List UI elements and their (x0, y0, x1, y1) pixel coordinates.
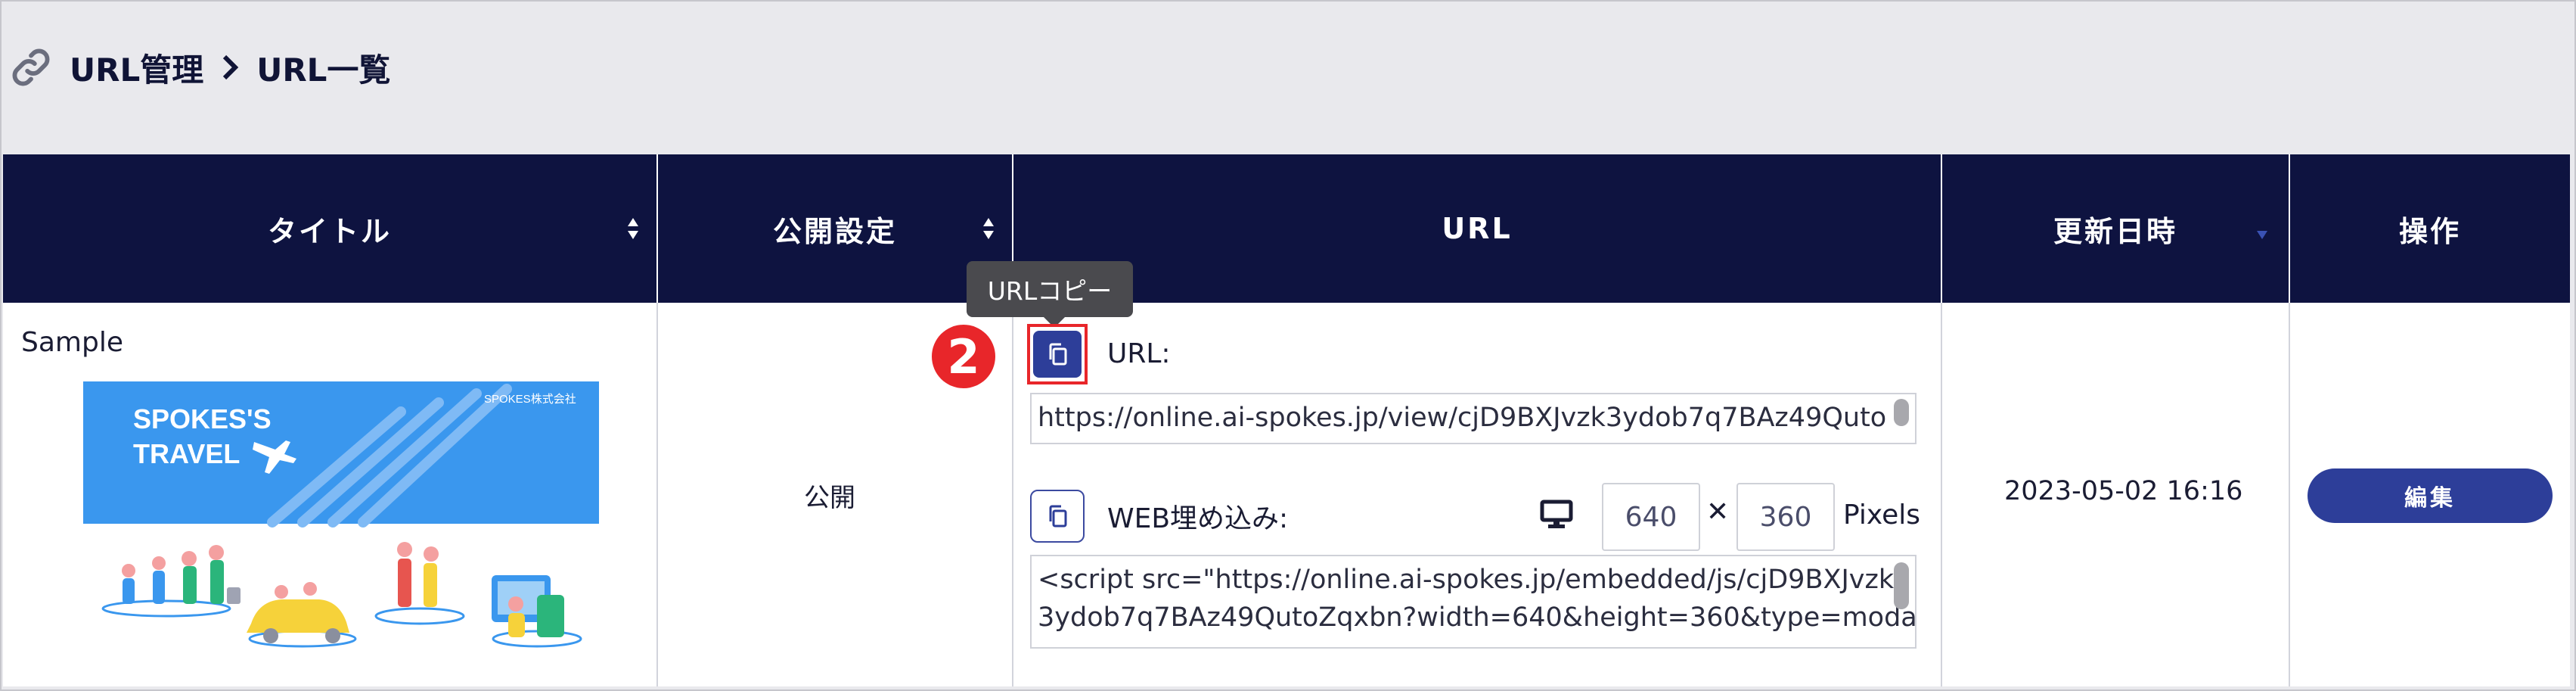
header-url-label: URL (1442, 212, 1513, 245)
embed-label: WEB埋め込み: (1107, 503, 1289, 534)
link-icon (9, 45, 53, 89)
step-badge: 2 (932, 325, 995, 388)
cell-divider (2289, 303, 2290, 686)
sort-desc-icon[interactable] (2255, 215, 2269, 242)
updated-datetime: 2023-05-02 16:16 (2004, 476, 2243, 506)
embed-height-input[interactable]: 360 (1736, 483, 1835, 551)
chevron-right-icon (219, 52, 241, 82)
edit-button[interactable]: 編集 (2308, 468, 2553, 523)
page-title: URL一覧 (256, 51, 391, 89)
sort-icon[interactable] (982, 215, 995, 242)
header-actions: 操作 (2290, 154, 2570, 303)
row-title: Sample (21, 327, 123, 358)
sort-icon[interactable] (626, 215, 640, 242)
header-publish-label: 公開設定 (772, 214, 897, 248)
url-label: URL: (1107, 338, 1171, 369)
header-updated[interactable]: 更新日時 (1942, 154, 2289, 303)
url-scrollbar[interactable] (1894, 399, 1909, 426)
svg-text:TRAVEL: TRAVEL (133, 438, 240, 469)
copy-icon (1033, 331, 1082, 378)
header-actions-label: 操作 (2398, 214, 2461, 248)
embed-code-field[interactable]: <script src="https://online.ai-spokes.jp… (1030, 555, 1916, 649)
times-icon: ✕ (1706, 496, 1730, 528)
embed-code-value: <script src="https://online.ai-spokes.jp… (1038, 565, 1916, 633)
url-value: https://online.ai-spokes.jp/view/cjD9BXJ… (1038, 403, 1887, 433)
copy-tooltip: URLコピー (967, 261, 1133, 317)
header-url: URL (1013, 154, 1941, 303)
header-title-label: タイトル (267, 214, 392, 248)
svg-text:SPOKES株式会社: SPOKES株式会社 (484, 393, 576, 406)
copy-embed-button[interactable] (1030, 490, 1085, 543)
url-field[interactable]: https://online.ai-spokes.jp/view/cjD9BXJ… (1030, 393, 1916, 444)
header-title[interactable]: タイトル (3, 154, 656, 303)
table-header: タイトル 公開設定 URL 更新日時 操作 (3, 154, 2570, 303)
publish-status: 公開 (804, 483, 855, 513)
thumbnail-image: SPOKES'S TRAVEL SPOKES株式会社 (83, 381, 599, 677)
header-publish[interactable]: 公開設定 (658, 154, 1012, 303)
monitor-icon (1540, 500, 1573, 528)
cell-divider (1941, 303, 1942, 686)
breadcrumb: URL管理 URL一覧 (9, 42, 390, 92)
copy-icon (1049, 505, 1067, 528)
cell-divider (656, 303, 658, 686)
copy-url-button[interactable] (1027, 324, 1088, 384)
svg-text:SPOKES'S: SPOKES'S (133, 403, 272, 434)
breadcrumb-section[interactable]: URL管理 (70, 45, 203, 91)
embed-scrollbar[interactable] (1894, 562, 1909, 609)
embed-width-input[interactable]: 640 (1602, 483, 1700, 551)
header-updated-label: 更新日時 (2053, 214, 2177, 248)
pixels-label: Pixels (1843, 500, 1921, 531)
cell-divider (1012, 303, 1013, 686)
